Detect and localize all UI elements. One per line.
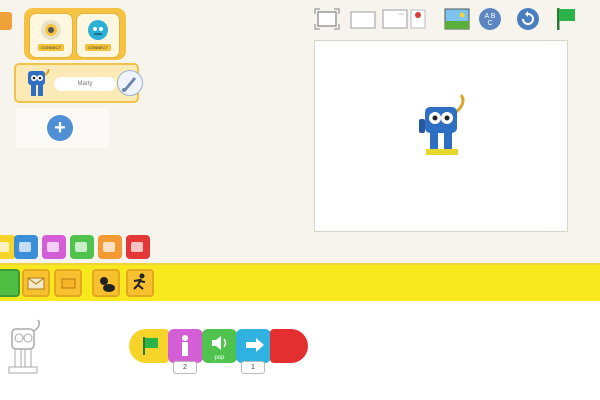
green-flag-block[interactable] [129, 329, 169, 363]
green-flag-icon[interactable] [554, 6, 578, 32]
message-envelope-icon[interactable] [22, 269, 50, 297]
move-param[interactable]: 1 [241, 361, 265, 374]
end-block[interactable] [270, 329, 308, 363]
fullscreen-icon[interactable] [314, 8, 340, 30]
bump-icon[interactable] [92, 269, 120, 297]
marty-head-icon [41, 20, 61, 40]
sprite-card-marty[interactable]: Marty [14, 63, 143, 103]
category-end[interactable] [126, 235, 150, 259]
background-icon[interactable] [444, 8, 470, 30]
arrow-right-icon [246, 338, 264, 352]
run-away-icon[interactable] [126, 269, 154, 297]
add-sprite-card: + [16, 108, 109, 148]
message-send-icon[interactable] [54, 269, 82, 297]
marty-outline-icon [8, 319, 41, 374]
paint-brush-icon[interactable] [117, 70, 143, 96]
text-abc-icon[interactable]: A B C [478, 7, 502, 31]
connect-panel: CONNECT CONNECT [24, 8, 126, 60]
person-icon [182, 335, 188, 356]
sprite-tab-edge[interactable] [0, 12, 12, 30]
category-looks[interactable] [42, 235, 66, 259]
category-motion[interactable] [14, 235, 38, 259]
green-flag-icon [143, 337, 158, 355]
stage[interactable] [314, 40, 568, 232]
category-control[interactable] [98, 235, 122, 259]
svg-text:A B: A B [485, 13, 496, 20]
cog-robot-icon [88, 20, 108, 40]
start-on-flag-icon[interactable] [0, 269, 20, 297]
connect-label: CONNECT [38, 44, 64, 51]
marty-robot-icon [28, 69, 50, 96]
connect-button-cog[interactable]: CONNECT [76, 13, 120, 58]
connect-label: CONNECT [85, 44, 111, 51]
jump-block[interactable] [168, 329, 203, 363]
jump-param[interactable]: 2 [173, 361, 197, 374]
flag-page-icon[interactable] [410, 9, 426, 29]
marty-robot-icon[interactable] [415, 93, 471, 161]
reset-icon[interactable] [516, 7, 540, 31]
sound-pop-block[interactable]: pop [202, 329, 237, 363]
svg-text:C: C [487, 20, 492, 27]
speaker-icon [212, 336, 227, 350]
sound-label: pop [214, 355, 225, 361]
category-sound[interactable] [70, 235, 94, 259]
add-sprite-button[interactable]: + [47, 115, 73, 141]
move-right-block[interactable] [236, 329, 271, 363]
card-icon[interactable] [382, 9, 408, 29]
sprite-name: Marty [54, 77, 116, 91]
block-palette [0, 263, 600, 303]
connect-button-marty[interactable]: CONNECT [29, 13, 73, 58]
grid-small-icon[interactable] [350, 11, 376, 29]
